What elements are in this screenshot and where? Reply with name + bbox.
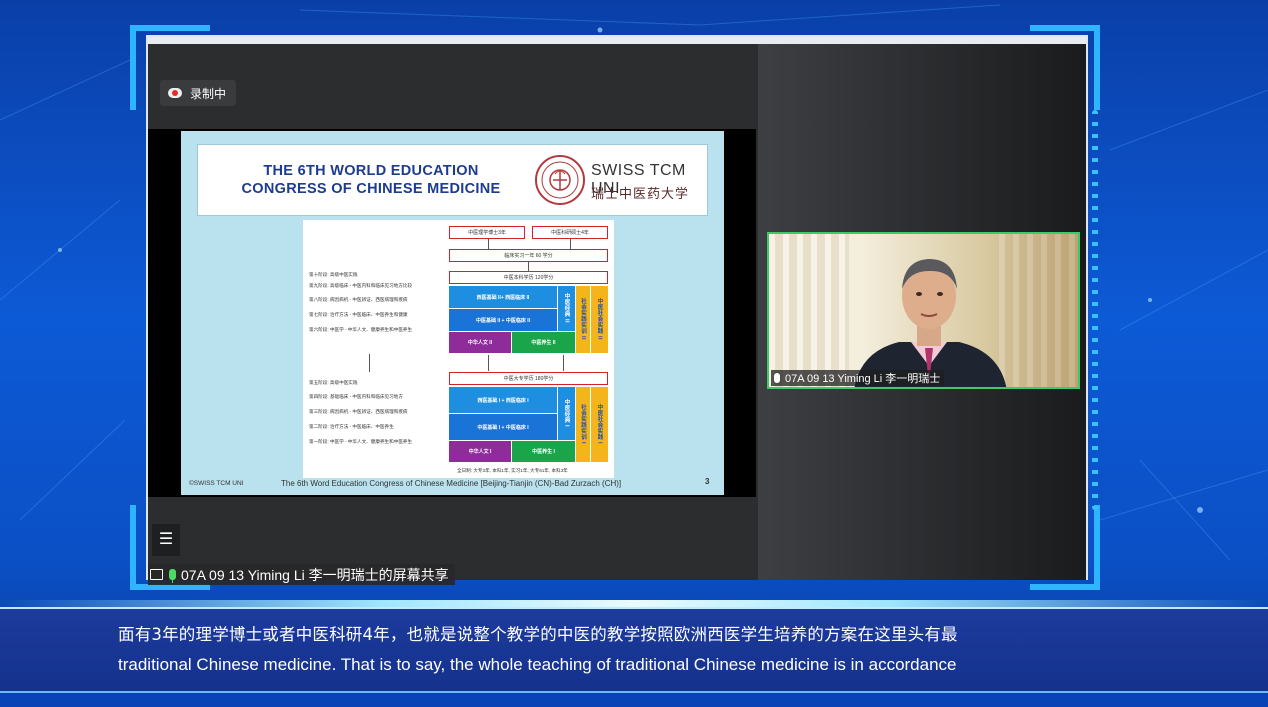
shared-slide-area[interactable]: THE 6TH WORLD EDUCATION CONGRESS OF CHIN… [148,129,756,556]
health-block-1: 中医养生 I [512,441,575,462]
stage-item: 第五阶段: 高级中医实践 [309,380,358,385]
participant-name-text: 07A 09 13 Yiming Li 李一明瑞士 [785,373,941,385]
slide-page-number: 3 [705,477,710,486]
stage-item: 第七阶段: 治疗方法 - 中医临床、中医养生和健康 [309,312,408,317]
stage-item: 第六阶段: 中医学 - 中华人文、健康养生和中医养生 [309,327,413,332]
stage-item: 第九阶段: 高级临床 - 中医内科和临床见习地方比较 [309,283,413,288]
college-level-box: 中医大专学历 180学分 [449,372,608,385]
stage-item: 第二阶段: 治疗方法 - 中医临床、中医养生 [309,424,394,429]
stage-item: 第八阶段: 病因病机 - 中医辨证、西医病理和疾病 [309,297,408,302]
menu-icon[interactable]: ☰ [152,524,180,556]
cloud-record-icon [168,88,182,98]
practice-block-2: 社会实践实训 II [576,286,590,353]
slide-copyright: ©SWISS TCM UNI [189,480,244,487]
congress-title-line-1: THE 6TH WORLD EDUCATION [263,163,479,179]
health-block-2: 中医养生 II [512,332,575,353]
mic-icon [774,373,780,383]
research-master-box: 中医科研硕士4年 [532,226,608,239]
stage-list-upper: 第十阶段: 高级中医实践 第九阶段: 高级临床 - 中医内科和临床见习地方比较 … [309,272,449,334]
up-arrow-icon [563,355,564,371]
participant-video-image [854,259,1007,387]
humanities-block-2: 中华人文 II [449,332,511,353]
screen-share-caption: 07A 09 13 Yiming Li 李一明瑞士的屏幕共享 [148,564,455,585]
tcm-block-2: 中医基础 II + 中医临床 II [449,309,557,331]
social-practice-block-1: 中医社会实践 I [591,387,608,462]
participant-video-tile[interactable]: 07A 09 13 Yiming Li 李一明瑞士 [767,232,1080,389]
decorative-dot-strip [1092,110,1098,510]
stage-list-lower: 第五阶段: 高级中医实践 第四阶段: 基础临床 - 中医内科和临床见习地方 第三… [309,380,449,446]
window-top-bar [148,37,1086,44]
western-medicine-block-2: 西医基础 II+ 西医临床 II [449,286,557,308]
clinical-internship-box: 临床实习一年 60 学分 [449,249,608,262]
participant-name-label: 07A 09 13 Yiming Li 李一明瑞士 [771,370,945,386]
university-seal-logo [535,155,585,205]
recording-label: 录制中 [190,86,227,101]
screen-share-pane: 录制中 THE 6TH WORLD EDUCATION CONGRESS OF … [148,44,758,585]
meeting-window: 录制中 THE 6TH WORLD EDUCATION CONGRESS OF … [146,35,1088,585]
curriculum-diagram: 第十阶段: 高级中医实践 第九阶段: 高级临床 - 中医内科和临床见习地方比较 … [303,220,614,478]
subtitle-english: traditional Chinese medicine. That is to… [118,655,957,674]
stage-item: 第三阶段: 病因病机 - 中医辨证、西医病理和疾病 [309,409,408,414]
screen-share-caption-text: 07A 09 13 Yiming Li 李一明瑞士的屏幕共享 [181,566,449,583]
humanities-block-1: 中华人文 I [449,441,511,462]
screen-share-icon [150,569,163,580]
tcm-block-1: 中医基础 I + 中医临床 I [449,414,557,440]
brand-name-chinese: 瑞士中医药大学 [591,187,690,202]
up-arrow-icon [488,355,489,371]
presentation-slide: THE 6TH WORLD EDUCATION CONGRESS OF CHIN… [181,131,724,495]
social-practice-block-2: 中医社会实践 II [591,286,608,353]
diagram-footnote: 全日制: 大专3年, 本科1年, 实习1年, 大专61年, 本科3年 [457,468,568,473]
phd-box: 中医理学博士3年 [449,226,525,239]
stage-item: 第一阶段: 中医学 - 中华人文、健康养生和中医养生 [309,439,413,444]
recording-badge[interactable]: 录制中 [160,80,237,106]
subtitle-bar: 面有3年的理学博士或者中医科研4年，也就是说整个教学的中医的教学按照欧洲西医学生… [0,607,1268,693]
bachelor-level-box: 中医本科学历 120学分 [449,271,608,284]
practice-block-1: 社会实践实训 I [576,387,590,462]
subtitle-top-line [0,607,1268,609]
up-arrow-icon [369,354,370,372]
classics-block-2: 中医经典 II [558,286,575,331]
up-arrow-icon [528,262,529,271]
slide-footer: The 6th Word Education Congress of Chine… [281,479,622,488]
mic-icon [169,569,176,583]
western-medicine-block-1: 西医基础 I + 西医临床 I [449,387,557,413]
up-arrow-icon [570,239,571,249]
congress-title: THE 6TH WORLD EDUCATION CONGRESS OF CHIN… [206,162,536,198]
stage-item: 第十阶段: 高级中医实践 [309,272,358,277]
up-arrow-icon [488,239,489,249]
stage-item: 第四阶段: 基础临床 - 中医内科和临床见习地方 [309,394,403,399]
subtitle-chinese: 面有3年的理学博士或者中医科研4年，也就是说整个教学的中医的教学按照欧洲西医学生… [118,625,958,644]
classics-block-1: 中医经典 I [558,387,575,440]
congress-title-line-2: CONGRESS OF CHINESE MEDICINE [241,181,501,197]
slide-header: THE 6TH WORLD EDUCATION CONGRESS OF CHIN… [198,145,707,215]
bottom-strip [0,693,1268,707]
